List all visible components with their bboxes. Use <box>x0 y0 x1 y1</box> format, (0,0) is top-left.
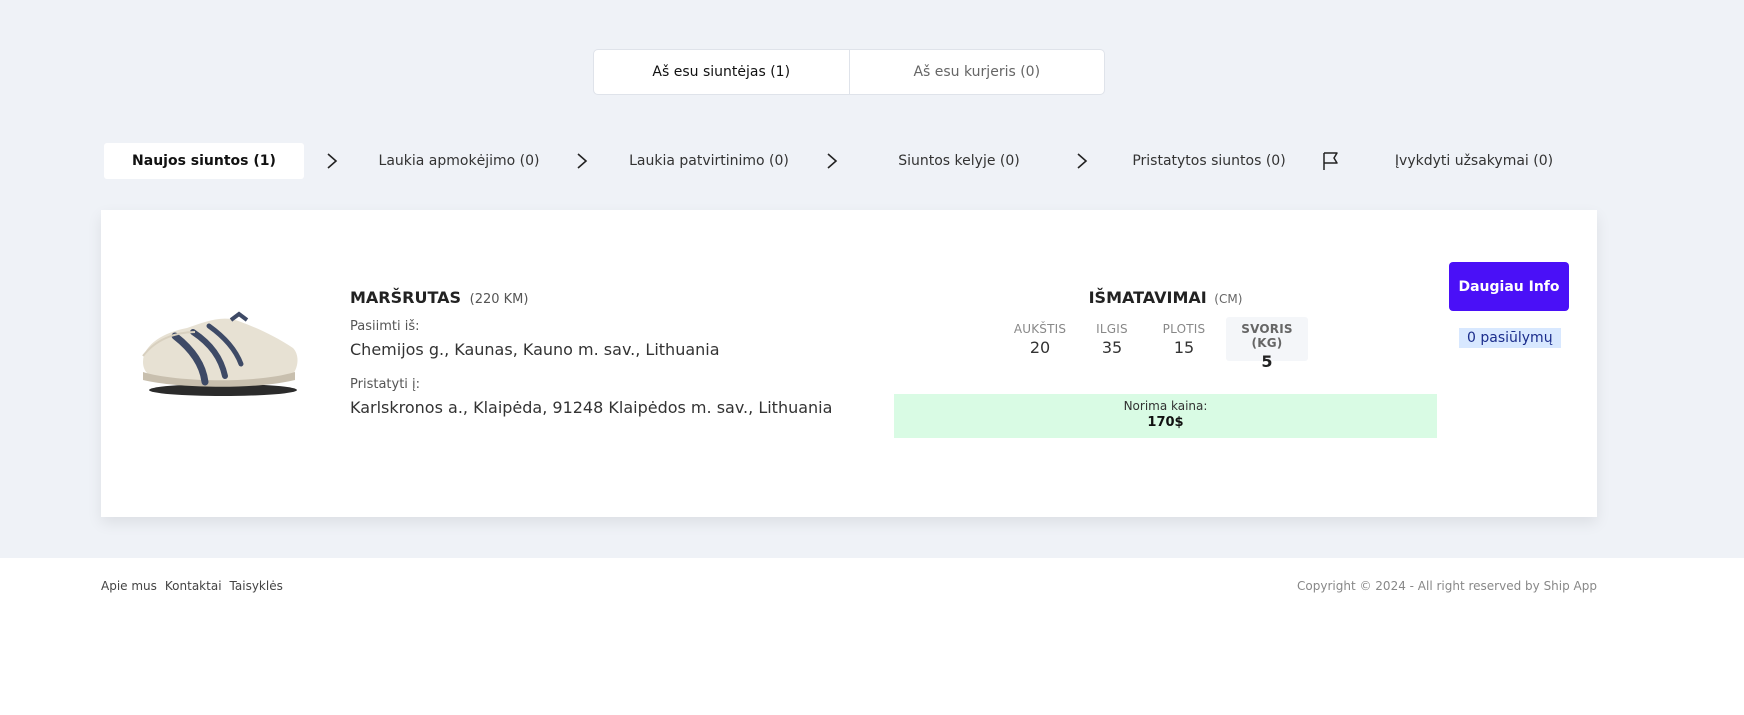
step-in-transit[interactable]: Siuntos kelyje (0) <box>854 143 1064 179</box>
step-completed-orders[interactable]: Įvykdyti užsakymai (0) <box>1364 143 1584 179</box>
dimension-label: AUKŠTIS <box>1013 322 1067 336</box>
measurements-label: IŠMATAVIMAI <box>1088 288 1207 307</box>
tab-courier[interactable]: Aš esu kurjeris (0) <box>848 50 1105 94</box>
price-box: Norima kaina: 170$ <box>894 394 1437 438</box>
footer-link-contacts[interactable]: Kontaktai <box>165 579 222 593</box>
more-info-button[interactable]: Daugiau Info <box>1449 262 1569 311</box>
status-steps: Naujos siuntos (1) Laukia apmokėjimo (0)… <box>104 143 1604 179</box>
route-title: MARŠRUTAS (220 KM) <box>350 288 870 307</box>
step-awaiting-payment[interactable]: Laukia apmokėjimo (0) <box>354 143 564 179</box>
dimension-label: PLOTIS <box>1162 322 1206 336</box>
dimension-weight: SVORIS (KG) 5 <box>1226 317 1308 371</box>
flag-icon <box>1323 152 1338 170</box>
shipment-card: MARŠRUTAS (220 KM) Pasiimti iš: Chemijos… <box>101 210 1597 517</box>
footer-link-about[interactable]: Apie mus <box>101 579 157 593</box>
chevron-right-icon <box>577 153 588 169</box>
weight-label: SVORIS (KG) <box>1241 322 1293 350</box>
sneaker-image <box>135 292 305 402</box>
dimension-value: 15 <box>1173 338 1195 357</box>
route-label: MARŠRUTAS <box>350 288 462 307</box>
measurements-section: IŠMATAVIMAI (CM) AUKŠTIS 20 ILGIS 35 PLO… <box>894 288 1437 438</box>
dimension-value: 20 <box>1029 338 1051 357</box>
delivery-address: Karlskronos a., Klaipėda, 91248 Klaipėdo… <box>350 398 833 417</box>
chevron-right-icon <box>1077 153 1088 169</box>
price-value: 170$ <box>1147 415 1184 430</box>
chevron-right-icon <box>327 153 338 169</box>
dimension-length: ILGIS 35 <box>1076 317 1148 361</box>
route-distance: (220 KM) <box>469 292 529 307</box>
step-delivered[interactable]: Pristatytos siuntos (0) <box>1104 143 1314 179</box>
dimension-label: ILGIS <box>1096 322 1128 336</box>
dimensions-row: AUKŠTIS 20 ILGIS 35 PLOTIS 15 SVORIS (KG… <box>1004 317 1308 371</box>
tab-sender[interactable]: Aš esu siuntėjas (1) <box>594 50 849 94</box>
chevron-right-icon <box>827 153 838 169</box>
footer-link-rules[interactable]: Taisyklės <box>230 579 283 593</box>
route-section: MARŠRUTAS (220 KM) Pasiimti iš: Chemijos… <box>350 288 870 417</box>
role-tabs: Aš esu siuntėjas (1) Aš esu kurjeris (0) <box>593 49 1105 95</box>
weight-value: 5 <box>1261 352 1273 371</box>
price-label: Norima kaina: <box>1123 399 1208 413</box>
measurements-unit: (CM) <box>1214 292 1243 306</box>
footer: Apie mus Kontaktai Taisyklės Copyright ©… <box>0 558 1744 715</box>
dimension-height: AUKŠTIS 20 <box>1004 317 1076 361</box>
measurements-title: IŠMATAVIMAI (CM) <box>894 288 1437 307</box>
dimension-value: 35 <box>1101 338 1123 357</box>
copyright-text: Copyright © 2024 - All right reserved by… <box>1297 579 1597 593</box>
footer-links: Apie mus Kontaktai Taisyklės <box>101 579 283 593</box>
step-awaiting-confirmation[interactable]: Laukia patvirtinimo (0) <box>604 143 814 179</box>
pickup-address: Chemijos g., Kaunas, Kauno m. sav., Lith… <box>350 340 720 359</box>
dimension-width: PLOTIS 15 <box>1148 317 1220 361</box>
step-new-shipments[interactable]: Naujos siuntos (1) <box>104 143 304 179</box>
pickup-label: Pasiimti iš: <box>350 319 420 334</box>
offers-count[interactable]: 0 pasiūlymų <box>1459 328 1561 348</box>
delivery-label: Pristatyti į: <box>350 377 421 392</box>
